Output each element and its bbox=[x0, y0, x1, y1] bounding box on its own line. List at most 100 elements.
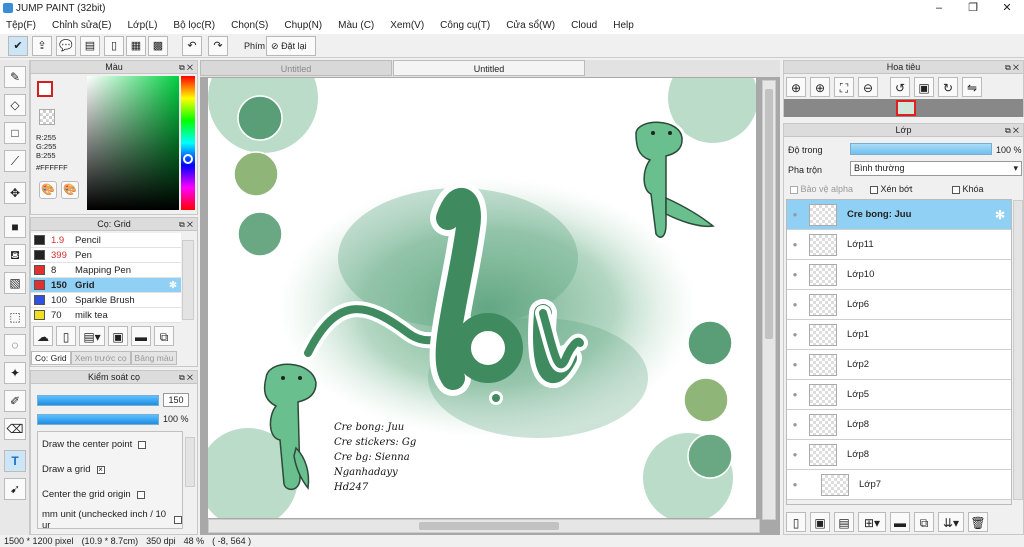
brush-cloud-icon[interactable]: ☁ bbox=[33, 326, 53, 346]
brush-option-checkbox[interactable]: × bbox=[96, 465, 105, 474]
delete-layer-icon[interactable]: 🗑 bbox=[968, 512, 988, 532]
brush-item[interactable]: 100 Sparkle Brush bbox=[31, 293, 181, 308]
brush-option-checkbox[interactable] bbox=[138, 440, 147, 449]
menu-item[interactable]: Cloud bbox=[571, 17, 597, 34]
layer-item[interactable]: ● Lớp11 bbox=[787, 230, 1011, 260]
brush-item[interactable]: 150 Grid ✻ bbox=[31, 278, 181, 293]
visibility-eye-icon[interactable]: ● bbox=[787, 210, 803, 219]
fill-rect-tool-icon[interactable]: ■ bbox=[4, 216, 26, 238]
brush-option[interactable]: Center the grid origin bbox=[38, 482, 182, 507]
visibility-eye-icon[interactable]: ● bbox=[787, 480, 803, 489]
operation-tool-icon[interactable]: ➹ bbox=[4, 478, 26, 500]
lock-option[interactable]: Khóa bbox=[952, 184, 984, 194]
duplicate-layer-icon[interactable]: ⧉ bbox=[914, 512, 934, 532]
layer-item[interactable]: ● Lớp10 bbox=[787, 260, 1011, 290]
saturation-value-picker[interactable] bbox=[87, 76, 179, 210]
lasso-tool-icon[interactable]: ◌ bbox=[4, 334, 26, 356]
reset-view-icon[interactable]: ▣ bbox=[914, 77, 934, 97]
layer-folder-icon[interactable]: ▬ bbox=[890, 512, 910, 532]
text-box-icon[interactable]: ▤ bbox=[80, 36, 100, 56]
visibility-eye-icon[interactable]: ● bbox=[787, 390, 803, 399]
hue-handle[interactable] bbox=[183, 154, 193, 164]
canvas-vertical-scrollbar[interactable] bbox=[762, 80, 776, 520]
magic-wand-tool-icon[interactable]: ✦ bbox=[4, 362, 26, 384]
layer-item[interactable]: ● Lớp7 bbox=[787, 470, 1011, 500]
zoom-in-icon[interactable]: ⊕ bbox=[786, 77, 806, 97]
new-raster-layer-icon[interactable]: ▣ bbox=[810, 512, 830, 532]
select-pen-tool-icon[interactable]: ✐ bbox=[4, 390, 26, 412]
visibility-eye-icon[interactable]: ● bbox=[787, 300, 803, 309]
marquee-tool-icon[interactable]: ⬚ bbox=[4, 306, 26, 328]
color-set-icon[interactable]: 🎨 bbox=[61, 181, 79, 199]
layer-item[interactable]: ● Lớp6 bbox=[787, 290, 1011, 320]
page-list-icon[interactable]: ▦ bbox=[126, 36, 146, 56]
menu-item[interactable]: Help bbox=[613, 17, 634, 34]
canvas-horizontal-thumb[interactable] bbox=[419, 522, 559, 530]
document-tab[interactable]: Untitled bbox=[393, 60, 585, 76]
clipping-option[interactable]: Xén bớt bbox=[870, 184, 912, 194]
brush-mode-button[interactable]: ✔ bbox=[8, 36, 28, 56]
text-tool-icon[interactable]: T bbox=[4, 450, 26, 472]
restore-icon[interactable]: ❐ bbox=[956, 0, 990, 17]
layer-item[interactable]: ● Lớp5 bbox=[787, 380, 1011, 410]
eraser-tool-icon[interactable]: ◇ bbox=[4, 94, 26, 116]
menu-item[interactable]: Chụp(N) bbox=[284, 17, 322, 34]
navigator-thumbnail[interactable] bbox=[896, 100, 916, 116]
brush-option[interactable]: mm unit (unchecked inch / 10 ur bbox=[38, 507, 182, 528]
brush-tab[interactable]: Cọ: Grid bbox=[31, 351, 71, 365]
brush-item[interactable]: 8 Mapping Pen bbox=[31, 263, 181, 278]
close-icon[interactable]: ✕ bbox=[990, 0, 1024, 17]
brush-opacity-slider[interactable] bbox=[37, 414, 159, 425]
brush-folder-icon[interactable]: ▬ bbox=[131, 326, 151, 346]
brush-list-scrollbar[interactable] bbox=[182, 240, 194, 320]
gear-icon[interactable]: ✻ bbox=[995, 208, 1005, 222]
brush-item[interactable]: 1.9 Pencil bbox=[31, 233, 181, 248]
brush-menu-icon[interactable]: ▤▾ bbox=[79, 326, 105, 346]
layer-item[interactable]: ● Cre bong: Juu ✻ bbox=[787, 200, 1011, 230]
brush-size-value[interactable]: 150 bbox=[163, 393, 189, 407]
protect-alpha-option[interactable]: Bảo vệ alpha bbox=[790, 184, 853, 194]
move-tool-icon[interactable]: ✥ bbox=[4, 182, 26, 204]
rotate-right-icon[interactable]: ↻ bbox=[938, 77, 958, 97]
layer-item[interactable]: ● Lớp8 bbox=[787, 440, 1011, 470]
blend-mode-select[interactable]: Bình thường ▾ bbox=[850, 161, 1022, 176]
rotate-left-icon[interactable]: ↺ bbox=[890, 77, 910, 97]
menu-item[interactable]: Xem(V) bbox=[390, 17, 424, 34]
hue-slider[interactable] bbox=[181, 76, 195, 210]
canvas-horizontal-scrollbar[interactable] bbox=[208, 519, 760, 533]
page-icon[interactable]: ▯ bbox=[104, 36, 124, 56]
visibility-eye-icon[interactable]: ● bbox=[787, 240, 803, 249]
artwork-canvas[interactable]: Cre bong: Juu Cre stickers: Gg Cre bg: Sie… bbox=[208, 78, 756, 518]
brush-options-scrollbar[interactable] bbox=[185, 437, 195, 487]
layer-add-menu-icon[interactable]: ⊞▾ bbox=[858, 512, 886, 532]
grid-check-icon[interactable]: ▩ bbox=[148, 36, 168, 56]
visibility-eye-icon[interactable]: ● bbox=[787, 330, 803, 339]
menu-item[interactable]: Chọn(S) bbox=[231, 17, 268, 34]
brush-item[interactable]: 399 Pen bbox=[31, 248, 181, 263]
layer-opacity-slider[interactable] bbox=[850, 143, 992, 155]
zoom-plus-icon[interactable]: ⊕ bbox=[810, 77, 830, 97]
zoom-out-icon[interactable]: ⊖ bbox=[858, 77, 878, 97]
transparent-color-swatch[interactable] bbox=[39, 109, 55, 125]
new-text-layer-icon[interactable]: ▤ bbox=[834, 512, 854, 532]
brush-option[interactable]: Draw a grid × bbox=[38, 457, 182, 482]
brush-tab[interactable]: Xem trước cọ bbox=[70, 351, 131, 365]
select-eraser-tool-icon[interactable]: ⌫ bbox=[4, 418, 26, 440]
redo-button[interactable]: ↷ bbox=[208, 36, 228, 56]
menu-item[interactable]: Lớp(L) bbox=[128, 17, 158, 34]
new-brush-icon[interactable]: ▯ bbox=[56, 326, 76, 346]
visibility-eye-icon[interactable]: ● bbox=[787, 360, 803, 369]
brush-item[interactable]: 70 milk tea bbox=[31, 308, 181, 323]
rect-select-tool-icon[interactable]: □ bbox=[4, 122, 26, 144]
menu-item[interactable]: Chỉnh sửa(E) bbox=[52, 17, 112, 34]
visibility-eye-icon[interactable]: ● bbox=[787, 420, 803, 429]
layer-item[interactable]: ● Lớp2 bbox=[787, 350, 1011, 380]
visibility-eye-icon[interactable]: ● bbox=[787, 270, 803, 279]
brush-duplicate-icon[interactable]: ⧉ bbox=[154, 326, 174, 346]
brush-tool-icon[interactable]: ⟋ bbox=[4, 150, 26, 172]
flip-icon[interactable]: ⇋ bbox=[962, 77, 982, 97]
document-tab[interactable]: Untitled bbox=[200, 60, 392, 76]
merge-layer-icon[interactable]: ⇊▾ bbox=[938, 512, 964, 532]
brush-option-checkbox[interactable] bbox=[174, 515, 182, 524]
layer-item[interactable]: ● Lớp1 bbox=[787, 320, 1011, 350]
